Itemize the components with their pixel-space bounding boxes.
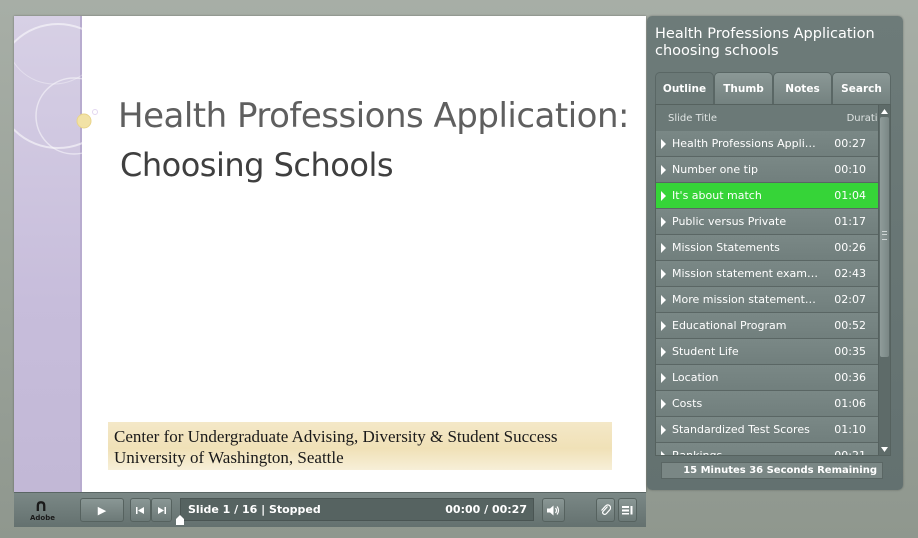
next-slide-button[interactable]	[151, 498, 172, 522]
outline-row-duration: 02:07	[834, 293, 866, 306]
outline-row-duration: 00:10	[834, 163, 866, 176]
outline-row-duration: 01:10	[834, 423, 866, 436]
toc-icon	[622, 506, 633, 515]
slide-title: Health Professions Application:	[118, 96, 629, 136]
playback-time: 00:00 / 00:27	[445, 503, 527, 516]
outline-row[interactable]: It's about match 01:04	[656, 183, 878, 209]
expand-arrow-icon	[661, 425, 666, 435]
toggle-sidebar-button[interactable]	[618, 498, 637, 522]
outline-scrollbar[interactable]	[878, 105, 890, 455]
scroll-down-icon	[881, 446, 888, 452]
outline-row[interactable]: More mission statement examples 02:07	[656, 287, 878, 313]
slide-footer-line-1: Center for Undergraduate Advising, Diver…	[114, 427, 558, 446]
slide-footer-line-2: University of Washington, Seattle	[114, 448, 344, 467]
outline-row-title: Educational Program	[672, 319, 787, 332]
outline-row[interactable]: Mission Statements 00:26	[656, 235, 878, 261]
outline-row[interactable]: Public versus Private 01:17	[656, 209, 878, 235]
outline-row-title: Location	[672, 371, 719, 384]
expand-arrow-icon	[661, 269, 666, 279]
outline-row-title: Costs	[672, 397, 703, 410]
slide-outline-list: Slide Title Duration Health Professions …	[655, 104, 891, 456]
playhead-scrubber[interactable]	[176, 515, 184, 525]
scrollbar-grip-icon	[882, 231, 887, 240]
volume-icon	[547, 505, 560, 515]
outline-row-duration: 02:43	[834, 267, 866, 280]
expand-arrow-icon	[661, 139, 666, 149]
expand-arrow-icon	[661, 321, 666, 331]
outline-row[interactable]: Costs 01:06	[656, 391, 878, 417]
outline-row[interactable]: Number one tip 00:10	[656, 157, 878, 183]
previous-icon	[136, 506, 144, 514]
next-icon	[158, 506, 166, 514]
playback-control-bar: ∩ Adobe ▶ Slide 1 / 16 | Stopped 00:00 /…	[14, 492, 646, 527]
outline-row-duration: 00:27	[834, 137, 866, 150]
slide-subtitle: Choosing Schools	[120, 146, 394, 184]
panel-tabs: Outline Thumb Notes Search	[655, 72, 891, 104]
expand-arrow-icon	[661, 243, 666, 253]
adobe-logo-text: Adobe	[30, 514, 55, 522]
expand-arrow-icon	[661, 295, 666, 305]
outline-row-duration: 00:21	[834, 449, 866, 456]
status-bar: Slide 1 / 16 | Stopped 00:00 / 00:27	[180, 498, 534, 521]
outline-row[interactable]: Mission statement examples 02:43	[656, 261, 878, 287]
outline-row-title: It's about match	[672, 189, 762, 202]
expand-arrow-icon	[661, 373, 666, 383]
outline-row-duration: 01:17	[834, 215, 866, 228]
slide-circle-decoration	[14, 16, 121, 155]
column-slide-title: Slide Title	[668, 113, 718, 124]
outline-row-title: Public versus Private	[672, 215, 787, 228]
expand-arrow-icon	[661, 165, 666, 175]
outline-row[interactable]: Student Life 00:35	[656, 339, 878, 365]
outline-row-duration: 00:35	[834, 345, 866, 358]
outline-row-title: Mission Statements	[672, 241, 780, 254]
outline-row[interactable]: Location 00:36	[656, 365, 878, 391]
tab-outline[interactable]: Outline	[655, 72, 714, 104]
outline-row-duration: 01:06	[834, 397, 866, 410]
expand-arrow-icon	[661, 191, 666, 201]
outline-row-duration: 00:26	[834, 241, 866, 254]
outline-row-title: Mission statement examples	[672, 267, 818, 280]
outline-row-duration: 00:36	[834, 371, 866, 384]
outline-row[interactable]: Educational Program 00:52	[656, 313, 878, 339]
attachment-icon	[601, 504, 611, 515]
outline-row-duration: 00:52	[834, 319, 866, 332]
expand-arrow-icon	[661, 451, 666, 455]
list-header: Slide Title Duration	[656, 105, 890, 131]
scroll-down-button[interactable]	[879, 443, 890, 455]
outline-row[interactable]: Standardized Test Scores 01:10	[656, 417, 878, 443]
outline-row-title: Health Professions Application: Choosing…	[672, 137, 818, 150]
play-button[interactable]: ▶	[80, 498, 124, 522]
presentation-title: Health Professions Application choosing …	[655, 26, 875, 59]
tab-notes[interactable]: Notes	[773, 72, 832, 104]
outline-row-title: Standardized Test Scores	[672, 423, 810, 436]
outline-row-title: More mission statement examples	[672, 293, 818, 306]
outline-row-title: Rankings	[672, 449, 723, 456]
adobe-logo: ∩ Adobe	[30, 496, 55, 523]
slide-status: Slide 1 / 16 | Stopped	[188, 503, 321, 516]
slide-footer-band: Center for Undergraduate Advising, Diver…	[108, 422, 612, 470]
outline-row-duration: 01:04	[834, 189, 866, 202]
outline-panel: Health Professions Application choosing …	[647, 16, 903, 490]
expand-arrow-icon	[661, 347, 666, 357]
outline-row-title: Student Life	[672, 345, 739, 358]
outline-row[interactable]: Rankings 00:21	[656, 443, 878, 456]
scroll-up-icon	[881, 108, 888, 114]
previous-slide-button[interactable]	[130, 498, 151, 522]
play-icon: ▶	[97, 503, 107, 517]
scrollbar-thumb[interactable]	[880, 117, 889, 357]
expand-arrow-icon	[661, 399, 666, 409]
scroll-up-button[interactable]	[879, 105, 890, 117]
attachments-button[interactable]	[596, 498, 615, 522]
tab-thumb[interactable]: Thumb	[714, 72, 773, 104]
time-remaining: 15 Minutes 36 Seconds Remaining	[661, 462, 883, 479]
tab-search[interactable]: Search	[832, 72, 891, 104]
slide-canvas: Health Professions Application: Choosing…	[14, 16, 646, 492]
outline-row-title: Number one tip	[672, 163, 759, 176]
expand-arrow-icon	[661, 217, 666, 227]
volume-button[interactable]	[542, 498, 565, 522]
outline-rows: Health Professions Application: Choosing…	[656, 131, 878, 456]
adobe-logo-icon: ∩	[34, 496, 48, 516]
outline-row[interactable]: Health Professions Application: Choosing…	[656, 131, 878, 157]
